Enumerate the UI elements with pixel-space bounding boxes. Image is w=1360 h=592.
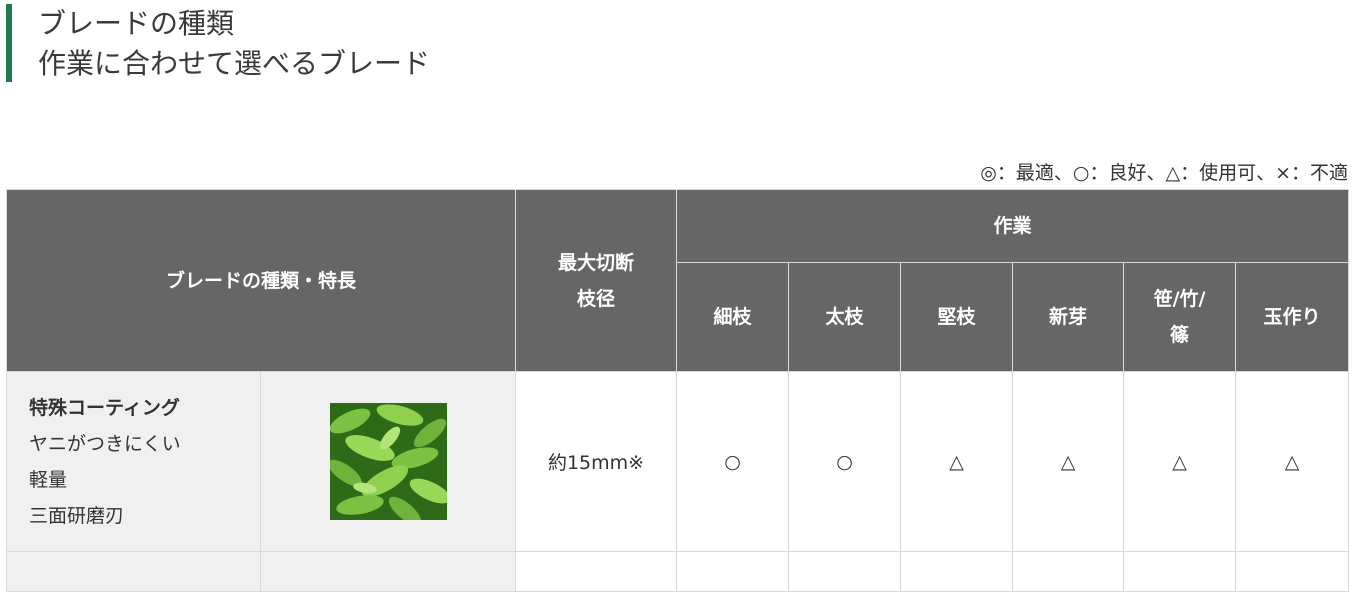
blade-features-cell: 特殊コーティング ヤニがつきにくい 軽量 三面研磨刃 (6, 371, 261, 552)
next-row-cell (788, 551, 902, 592)
rating-bamboo: △ (1123, 371, 1237, 552)
header-bamboo-line2: 篠 (1170, 324, 1190, 346)
rating-ball-shaping: △ (1235, 371, 1350, 552)
next-row-cell (900, 551, 1014, 592)
blade-name: 特殊コーティング (29, 396, 180, 419)
header-thick-branch: 太枝 (788, 262, 902, 372)
blade-feature: 軽量 (29, 468, 68, 491)
header-blade-type: ブレードの種類・特長 (5, 189, 517, 372)
table-row: 特殊コーティング ヤニがつきにくい 軽量 三面研磨刃 約15mm※ ○ ○ △ … (6, 371, 1350, 552)
next-row-cell (259, 551, 517, 592)
header-ball-shaping: 玉作り (1235, 262, 1350, 372)
next-row-cell (515, 551, 678, 592)
header-bamboo-line1: 笹/竹/ (1153, 288, 1206, 310)
rating-new-shoot: △ (1012, 371, 1125, 552)
blade-feature: 三面研磨刃 (29, 504, 125, 527)
header-work: 作業 (676, 189, 1350, 263)
header-max-diameter-line2: 枝径 (577, 287, 616, 310)
blade-table: ブレードの種類・特長 最大切断 枝径 作業 細枝 太枝 堅枝 新芽 笹/竹/ 篠… (5, 189, 1350, 592)
blade-feature: ヤニがつきにくい (29, 432, 181, 455)
heading-title: ブレードの種類 (38, 7, 235, 40)
header-max-diameter-line1: 最大切断 (558, 251, 635, 274)
header-new-shoot: 新芽 (1012, 262, 1125, 372)
header-max-diameter: 最大切断 枝径 (515, 189, 678, 372)
blade-image-cell (259, 371, 517, 552)
next-row-cell (1123, 551, 1237, 592)
rating-thick-branch: ○ (788, 371, 902, 552)
next-row-cell (1235, 551, 1350, 592)
rating-legend: ◎：最適、○：良好、△：使用可、×：不適 (980, 162, 1348, 184)
next-row-cell (1012, 551, 1125, 592)
rating-thin-branch: ○ (676, 371, 790, 552)
next-row-cell (6, 551, 261, 592)
header-bamboo: 笹/竹/ 篠 (1123, 262, 1237, 372)
rating-hard-branch: △ (900, 371, 1014, 552)
max-diameter-value: 約15mm※ (515, 371, 678, 552)
table-row (6, 551, 1350, 592)
leaf-photo (329, 403, 447, 520)
heading-subtitle: 作業に合わせて選べるブレード (38, 47, 431, 80)
section-heading: ブレードの種類 作業に合わせて選べるブレード (6, 4, 430, 82)
header-hard-branch: 堅枝 (900, 262, 1014, 372)
header-thin-branch: 細枝 (676, 262, 790, 372)
next-row-cell (676, 551, 790, 592)
